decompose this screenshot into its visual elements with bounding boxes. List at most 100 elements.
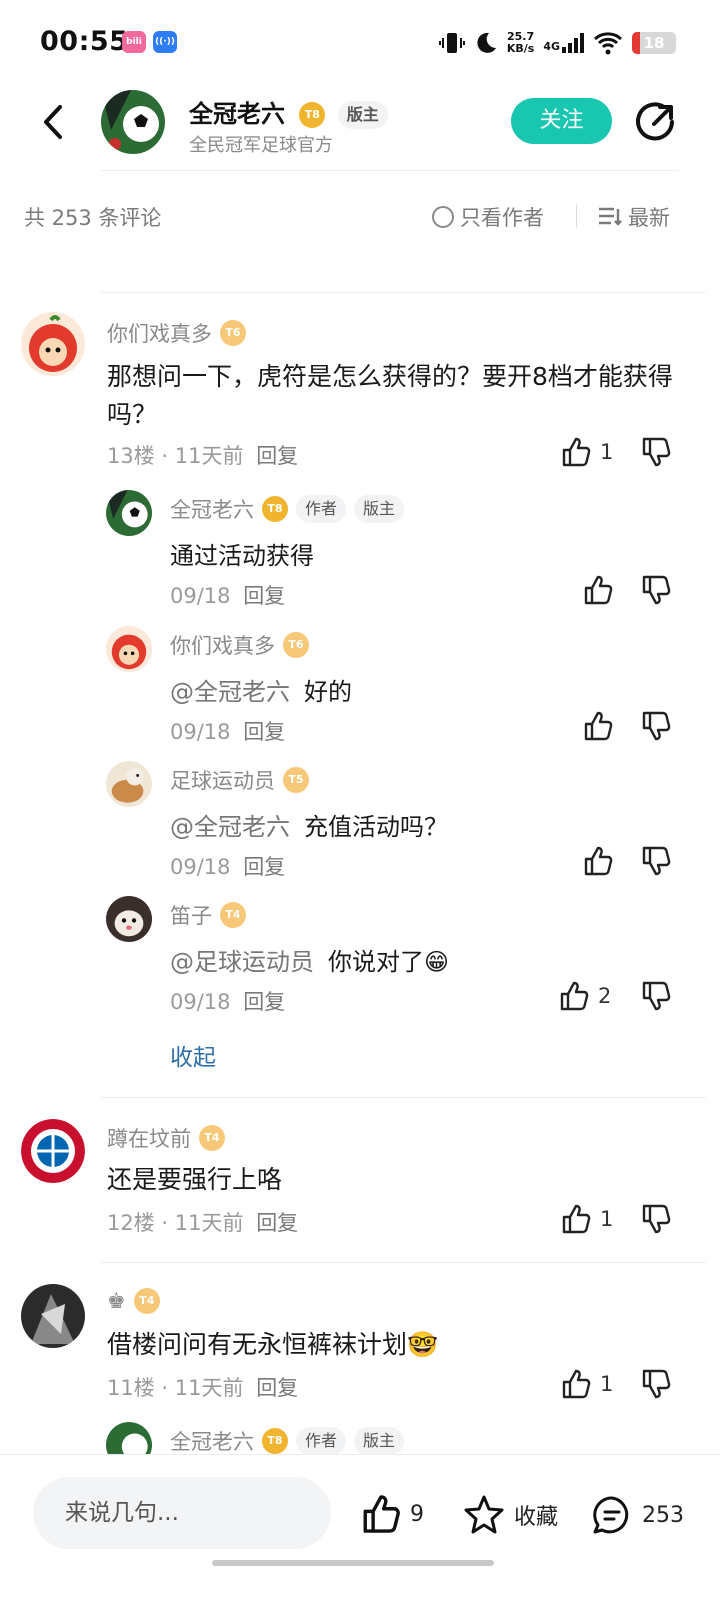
comment-toolbar: 共 253 条评论 只看作者 最新 — [0, 188, 720, 244]
moderator-badge: 版主 — [354, 495, 405, 523]
network-speed: 25.7 KB/s — [506, 30, 535, 55]
comment-text: 借楼问问有无永恒裤袜计划🤓 — [107, 1330, 439, 1359]
share-icon[interactable] — [634, 102, 676, 144]
author-badge: 作者 — [296, 495, 347, 523]
thumbs-down-icon[interactable] — [640, 980, 672, 1012]
collapse-replies-button[interactable]: 收起 — [170, 1038, 216, 1072]
thumbs-down-icon[interactable] — [640, 436, 672, 468]
user-avatar[interactable] — [106, 761, 152, 807]
home-indicator[interactable] — [212, 1560, 494, 1566]
comment-meta: 13楼 · 11天前 回复 — [107, 444, 299, 468]
back-arrow-icon[interactable] — [34, 102, 74, 142]
level-badge: T5 — [283, 767, 309, 793]
reply-user: 全冠老六 T8 作者 版主 — [170, 1426, 405, 1454]
vibrate-icon — [438, 33, 465, 53]
signal-icon — [562, 33, 584, 53]
thumbs-down-icon[interactable] — [640, 845, 672, 877]
reply-item: 全冠老六 T8 作者 版主 — [0, 1422, 720, 1454]
divider — [101, 292, 706, 293]
only-author-toggle[interactable]: 只看作者 — [432, 202, 544, 232]
thumbs-down-icon[interactable] — [640, 1203, 672, 1235]
thumbs-up-icon[interactable] — [582, 574, 614, 606]
user-avatar[interactable] — [106, 896, 152, 942]
thumbs-up-icon[interactable] — [582, 845, 614, 877]
mention[interactable]: @全冠老六 — [170, 813, 290, 841]
reply-button[interactable]: 回复 — [256, 1376, 298, 1400]
user-avatar[interactable] — [21, 1284, 85, 1348]
thumbs-up-icon — [562, 1369, 591, 1399]
reply-button[interactable]: 回复 — [243, 990, 285, 1014]
like-button[interactable]: 1 — [560, 436, 613, 468]
reply-button[interactable]: 回复 — [243, 855, 285, 879]
like-button[interactable]: 2 — [558, 980, 611, 1012]
user-avatar[interactable] — [106, 1422, 152, 1454]
level-badge: T4 — [133, 1288, 160, 1314]
reply-user: 你们戏真多 T6 — [170, 630, 309, 660]
reply-button[interactable]: 回复 — [243, 584, 285, 608]
mention[interactable]: @全冠老六 — [170, 678, 290, 706]
user-avatar[interactable] — [21, 1119, 85, 1183]
thumbs-up-icon — [363, 1495, 400, 1533]
hotspot-icon: ((·)) — [153, 31, 177, 53]
thumbs-down-icon[interactable] — [640, 710, 672, 742]
level-badge: T8 — [262, 1428, 288, 1454]
sort-icon — [599, 207, 622, 226]
comment-text: 那想问一下，虎符是怎么获得的？要开8档才能获得吗？ — [107, 362, 673, 429]
thumbs-up-icon — [560, 981, 589, 1011]
level-badge: T4 — [199, 1125, 225, 1151]
reply-button[interactable]: 回复 — [256, 1211, 298, 1235]
mention[interactable]: @足球运动员 — [170, 948, 314, 976]
clipped-row — [170, 244, 690, 268]
reply-button[interactable]: 回复 — [256, 444, 298, 468]
bottom-action-bar: 来说几句... 9 收藏 253 — [0, 1454, 720, 1600]
thumbs-down-icon[interactable] — [640, 1368, 672, 1400]
level-badge: T6 — [220, 320, 246, 346]
toolbar-divider — [576, 204, 577, 228]
reply-meta: 09/18 回复 — [170, 720, 286, 744]
user-avatar[interactable] — [106, 626, 152, 672]
reply-text: @全冠老六 充值活动吗？ — [170, 813, 448, 841]
author-avatar[interactable] — [101, 90, 165, 154]
reply-text: @足球运动员 你说对了😁 — [170, 948, 450, 976]
sort-button[interactable]: 最新 — [598, 202, 670, 232]
comment-user: 你们戏真多 T6 — [107, 318, 246, 348]
comment-bubble-icon — [593, 1496, 629, 1534]
reply-meta: 09/18 回复 — [170, 855, 286, 879]
page-header: 全冠老六 T8 版主 全民冠军足球官方 关注 — [0, 84, 720, 170]
user-avatar[interactable] — [106, 490, 152, 536]
wifi-icon — [593, 32, 623, 55]
author-name: 全冠老六 T8 版主 — [189, 94, 388, 129]
status-time: 00:55 — [40, 26, 129, 57]
divider — [101, 1097, 706, 1098]
favorite-button[interactable]: 收藏 — [462, 1493, 558, 1537]
comments-button[interactable]: 253 — [590, 1493, 684, 1537]
star-icon — [464, 1495, 504, 1534]
thumbs-up-icon — [562, 437, 591, 467]
user-avatar[interactable] — [21, 312, 85, 376]
thumbs-down-icon[interactable] — [640, 574, 672, 606]
comment-text: 还是要强行上咯 — [107, 1165, 283, 1194]
follow-button[interactable]: 关注 — [511, 98, 612, 144]
comment-user: 蹲在坟前 T4 — [107, 1123, 225, 1153]
reply-text: 通过活动获得 — [170, 542, 314, 570]
reply-text: @全冠老六 好的 — [170, 678, 352, 706]
radio-icon — [432, 206, 454, 228]
reply-user: 全冠老六 T8 作者 版主 — [170, 494, 405, 524]
comment-meta: 12楼 · 11天前 回复 — [107, 1211, 299, 1235]
thumbs-up-icon[interactable] — [582, 710, 614, 742]
comment-meta: 11楼 · 11天前 回复 — [107, 1376, 299, 1400]
reply-button[interactable]: 回复 — [243, 720, 285, 744]
reply-meta: 09/18 回复 — [170, 990, 286, 1014]
level-badge: T6 — [283, 632, 309, 658]
like-button[interactable]: 1 — [560, 1368, 613, 1400]
header-divider — [101, 170, 679, 171]
like-post-button[interactable]: 9 — [360, 1493, 424, 1535]
reply-user: 笛子 T4 — [170, 900, 246, 930]
divider — [101, 1262, 706, 1263]
thumbs-up-icon — [562, 1204, 591, 1234]
comment-input[interactable]: 来说几句... — [33, 1477, 331, 1549]
network-type: 4G — [543, 40, 560, 53]
like-button[interactable]: 1 — [560, 1203, 613, 1235]
comment-user: ♚ T4 — [107, 1288, 160, 1314]
comment-count: 共 253 条评论 — [24, 206, 162, 230]
